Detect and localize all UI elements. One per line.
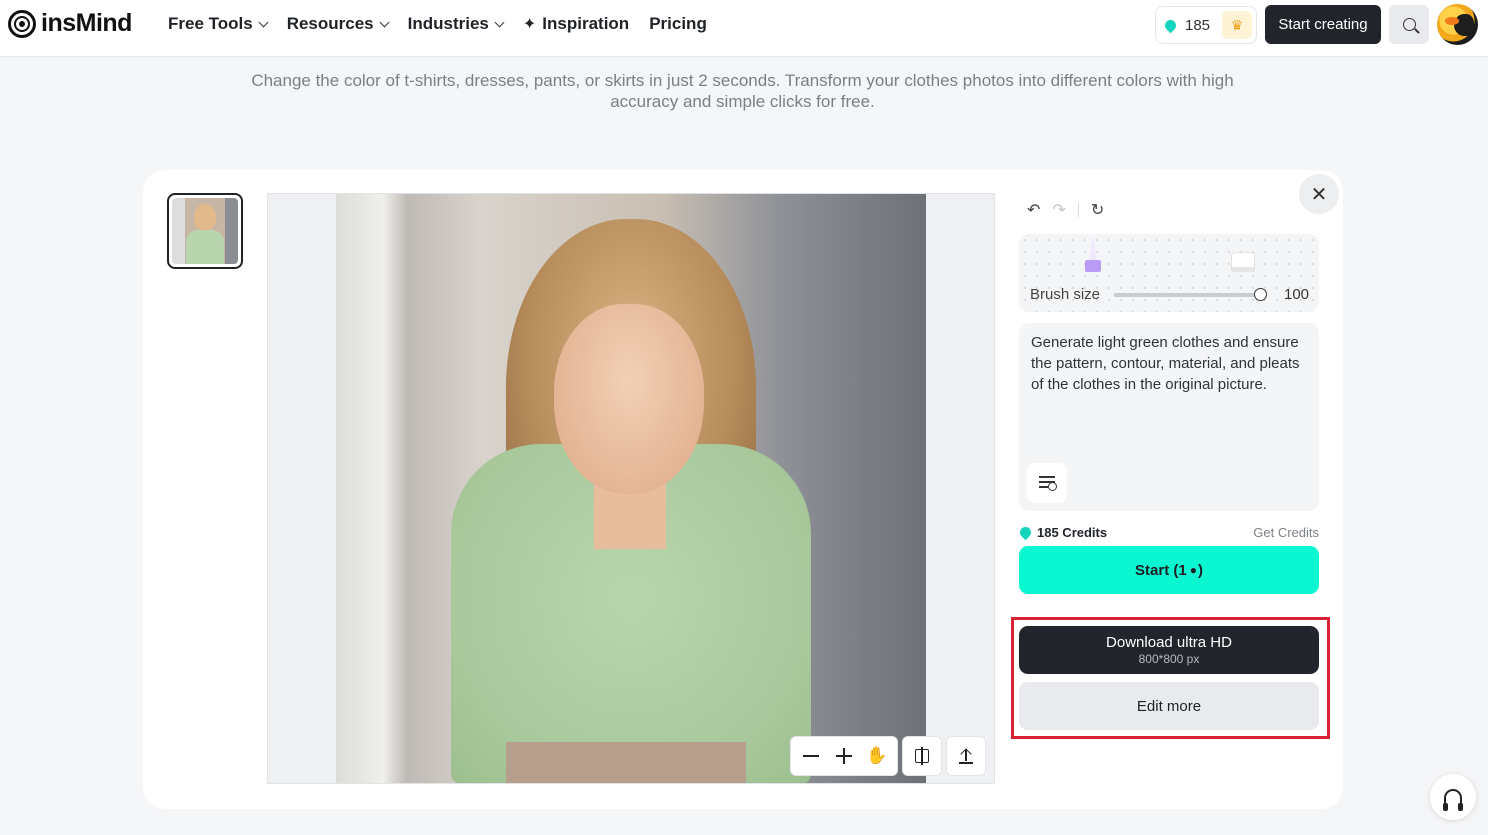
avatar[interactable] xyxy=(1437,4,1478,45)
image-canvas[interactable]: ✋ xyxy=(267,193,995,784)
menu-inspiration[interactable]: ✦ Inspiration xyxy=(523,12,629,36)
undo-icon[interactable]: ↶ xyxy=(1027,200,1040,220)
credits-count: 185 xyxy=(1185,16,1211,34)
menu-industries[interactable]: Industries xyxy=(407,12,505,36)
zoom-toolbar: ✋ xyxy=(790,736,898,776)
compare-icon xyxy=(915,747,929,765)
credit-icon: ● xyxy=(1189,563,1197,577)
result-photo xyxy=(336,194,926,783)
menu-label: Free Tools xyxy=(168,14,253,33)
thumbnail-image xyxy=(172,198,238,264)
search-icon xyxy=(1402,18,1416,31)
main-menu: Free Tools Resources Industries ✦ Inspira… xyxy=(168,12,727,36)
reset-icon[interactable]: ↻ xyxy=(1091,200,1104,220)
logo[interactable]: insMind xyxy=(8,9,132,38)
download-size: 800*800 px xyxy=(1138,652,1200,666)
start-generate-button[interactable]: Start (1 ● ) xyxy=(1019,546,1319,594)
start-label: Start (1 xyxy=(1135,561,1187,579)
credits-label: 185 Credits xyxy=(1037,525,1108,540)
chevron-down-icon xyxy=(379,17,390,27)
credit-drop-icon xyxy=(1162,17,1179,33)
start-suffix: ) xyxy=(1197,561,1203,579)
crown-icon[interactable]: ♛ xyxy=(1222,11,1252,39)
prompt-preset-button[interactable] xyxy=(1027,463,1067,503)
get-credits-link[interactable]: Get Credits xyxy=(1253,525,1319,540)
brush-icon[interactable] xyxy=(1085,236,1101,272)
menu-label: Industries xyxy=(407,14,489,33)
prompt-textarea[interactable]: Generate light green clothes and ensure … xyxy=(1019,323,1319,511)
menu-resources[interactable]: Resources xyxy=(286,12,390,36)
credits-balance: 185 Credits xyxy=(1017,524,1108,541)
close-button[interactable]: ✕ xyxy=(1299,174,1339,214)
divider xyxy=(1077,203,1079,217)
minus-icon xyxy=(803,755,820,757)
headset-icon xyxy=(1443,789,1463,811)
chevron-down-icon xyxy=(494,17,505,27)
sparkle-icon: ✦ xyxy=(522,16,537,33)
brush-size-slider[interactable] xyxy=(1114,287,1267,301)
menu-pricing[interactable]: Pricing xyxy=(649,12,707,36)
zoom-out-button[interactable] xyxy=(797,742,825,770)
menu-free-tools[interactable]: Free Tools xyxy=(168,12,269,36)
upload-button[interactable] xyxy=(946,736,986,776)
plus-icon xyxy=(835,748,852,764)
download-ultra-hd-button[interactable]: Download ultra HD 800*800 px xyxy=(1019,626,1319,674)
chevron-down-icon xyxy=(258,17,269,27)
credits-pill[interactable]: 185 ♛ xyxy=(1155,6,1257,44)
credits-row: 185 Credits Get Credits xyxy=(1017,524,1319,541)
eraser-icon[interactable] xyxy=(1231,252,1255,272)
prompt-list-icon xyxy=(1039,476,1057,491)
top-nav: insMind Free Tools Resources Industries … xyxy=(0,0,1488,57)
brush-size-value: 100 xyxy=(1284,286,1310,303)
image-thumbnail[interactable] xyxy=(167,193,243,269)
menu-label: Inspiration xyxy=(542,14,630,33)
start-creating-button[interactable]: Start creating xyxy=(1265,5,1381,44)
close-icon: ✕ xyxy=(1310,183,1328,206)
support-button[interactable] xyxy=(1430,774,1476,820)
hand-tool-button[interactable]: ✋ xyxy=(863,742,891,770)
redo-icon[interactable]: ↷ xyxy=(1052,200,1065,220)
menu-label: Pricing xyxy=(649,14,707,33)
compare-button[interactable] xyxy=(902,736,942,776)
download-title: Download ultra HD xyxy=(1106,634,1232,651)
page-subtitle: Change the color of t-shirts, dresses, p… xyxy=(251,71,1234,111)
slider-knob[interactable] xyxy=(1254,287,1267,301)
prompt-text: Generate light green clothes and ensure … xyxy=(1031,334,1300,393)
editor-card: ✋ ✕ ↶ ↷ ↻ Brush size 100 Generate light … xyxy=(143,170,1343,809)
upload-icon xyxy=(959,748,973,764)
logo-text: insMind xyxy=(41,9,132,37)
edit-more-button[interactable]: Edit more xyxy=(1019,682,1319,730)
hand-icon: ✋ xyxy=(866,746,888,765)
brush-size-label: Brush size xyxy=(1030,286,1101,303)
menu-label: Resources xyxy=(286,14,374,33)
history-toolbar: ↶ ↷ ↻ xyxy=(1027,200,1104,220)
brush-size-row: Brush size 100 xyxy=(1030,286,1320,303)
zoom-in-button[interactable] xyxy=(830,742,858,770)
credit-drop-icon xyxy=(1017,524,1034,541)
slider-fill xyxy=(1114,292,1261,297)
logo-icon xyxy=(8,9,36,38)
search-button[interactable] xyxy=(1389,5,1429,44)
